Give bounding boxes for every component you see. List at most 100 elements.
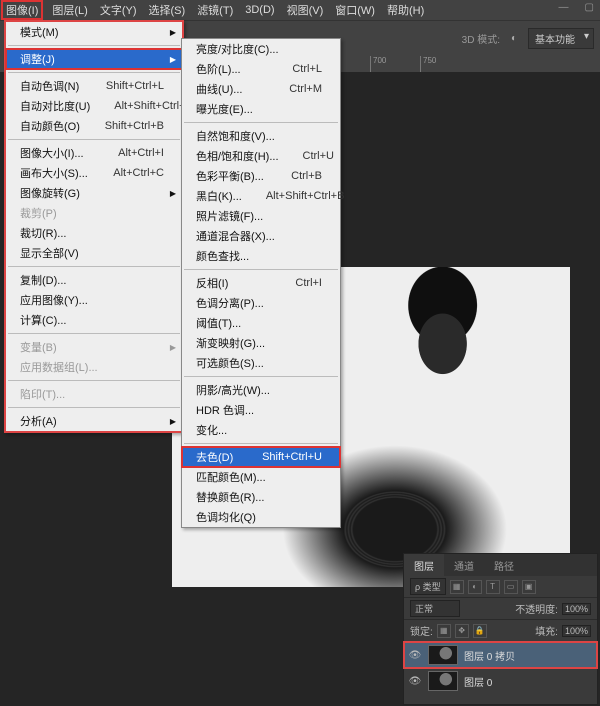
- adjust-menu-item[interactable]: 亮度/对比度(C)...: [182, 39, 340, 59]
- menu-shortcut: Shift+Ctrl+L: [82, 80, 164, 92]
- image-menu-item[interactable]: 分析(A): [6, 411, 182, 431]
- filter-smart-icon[interactable]: ▣: [522, 580, 536, 594]
- adjust-menu-item[interactable]: 色调分离(P)...: [182, 293, 340, 313]
- image-menu-item[interactable]: 显示全部(V): [6, 243, 182, 263]
- menu-item-label: 阈值(T)...: [196, 315, 241, 331]
- menu-window[interactable]: 窗口(W): [335, 2, 375, 18]
- image-menu-item[interactable]: 调整(J): [6, 49, 182, 69]
- adjust-menu-item[interactable]: 阴影/高光(W)...: [182, 380, 340, 400]
- adjust-menu-item[interactable]: 通道混合器(X)...: [182, 226, 340, 246]
- filter-adjust-icon[interactable]: ◐: [468, 580, 482, 594]
- adjust-menu-item[interactable]: 可选颜色(S)...: [182, 353, 340, 373]
- tab-paths[interactable]: 路径: [484, 554, 524, 576]
- menu-item-label: 计算(C)...: [20, 312, 66, 328]
- lock-all-icon[interactable]: 🔒: [473, 624, 487, 638]
- menu-item-label: 自动颜色(O): [20, 118, 80, 134]
- image-menu-item[interactable]: 裁切(R)...: [6, 223, 182, 243]
- menu-select[interactable]: 选择(S): [149, 2, 186, 18]
- menu-item-label: 替换颜色(R)...: [196, 489, 264, 505]
- menu-image[interactable]: 图像(I): [1, 0, 43, 20]
- adjust-menu-item[interactable]: 照片滤镜(F)...: [182, 206, 340, 226]
- adjust-menu-item[interactable]: 曝光度(E)...: [182, 99, 340, 119]
- lock-row: 锁定: ▦ ✥ 🔒 填充: 100%: [404, 620, 597, 642]
- adjust-menu-item[interactable]: HDR 色调...: [182, 400, 340, 420]
- tab-channels[interactable]: 通道: [444, 554, 484, 576]
- menu-item-label: 陷印(T)...: [20, 386, 65, 402]
- filter-type-icon[interactable]: T: [486, 580, 500, 594]
- layer-row[interactable]: 👁 图层 0 拷贝: [404, 642, 597, 668]
- menu-filter[interactable]: 滤镜(T): [197, 2, 233, 18]
- menu-item-label: 阴影/高光(W)...: [196, 382, 270, 398]
- filter-shape-icon[interactable]: ▭: [504, 580, 518, 594]
- menu-shortcut: Ctrl+U: [279, 150, 334, 162]
- tab-layers[interactable]: 图层: [404, 554, 444, 576]
- adjust-menu-item[interactable]: 匹配颜色(M)...: [182, 467, 340, 487]
- adjustments-submenu: 亮度/对比度(C)...色阶(L)...Ctrl+L曲线(U)...Ctrl+M…: [181, 38, 341, 528]
- blend-row: 正常 不透明度: 100%: [404, 598, 597, 620]
- adjust-menu-item[interactable]: 替换颜色(R)...: [182, 487, 340, 507]
- adjust-menu-item[interactable]: 黑白(K)...Alt+Shift+Ctrl+B: [182, 186, 340, 206]
- adjust-menu-item[interactable]: 去色(D) Shift+Ctrl+U: [182, 447, 340, 467]
- fill-value[interactable]: 100%: [562, 625, 591, 637]
- menu-shortcut: Shift+Ctrl+U: [238, 451, 322, 463]
- lock-pixels-icon[interactable]: ▦: [437, 624, 451, 638]
- menu-view[interactable]: 视图(V): [287, 2, 324, 18]
- adjust-menu-item[interactable]: 阈值(T)...: [182, 313, 340, 333]
- adjust-menu-item[interactable]: 色彩平衡(B)...Ctrl+B: [182, 166, 340, 186]
- menu-layer[interactable]: 图层(L): [52, 2, 87, 18]
- minimize-icon[interactable]: —: [559, 2, 569, 13]
- lock-position-icon[interactable]: ✥: [455, 624, 469, 638]
- image-menu-item[interactable]: 自动色调(N)Shift+Ctrl+L: [6, 76, 182, 96]
- menu-shortcut: Alt+Shift+Ctrl+L: [90, 100, 191, 112]
- image-menu-item[interactable]: 模式(M): [6, 22, 182, 42]
- image-menu-item[interactable]: 画布大小(S)...Alt+Ctrl+C: [6, 163, 182, 183]
- layer-list: 👁 图层 0 拷贝 👁 图层 0: [404, 642, 597, 694]
- adjust-menu-item[interactable]: 色调均化(Q): [182, 507, 340, 527]
- menu-item-label: 去色(D): [196, 449, 233, 465]
- image-menu-item[interactable]: 自动对比度(U)Alt+Shift+Ctrl+L: [6, 96, 182, 116]
- visibility-icon[interactable]: 👁: [408, 650, 422, 661]
- menu-item-label: 颜色查找...: [196, 248, 249, 264]
- image-menu-dropdown: 模式(M)调整(J)自动色调(N)Shift+Ctrl+L自动对比度(U)Alt…: [4, 20, 184, 433]
- orbit-icon[interactable]: ◐: [504, 29, 524, 49]
- adjust-menu-item[interactable]: 自然饱和度(V)...: [182, 126, 340, 146]
- menu-item-label: 曲线(U)...: [196, 81, 242, 97]
- layer-row[interactable]: 👁 图层 0: [404, 668, 597, 694]
- adjust-menu-item[interactable]: 变化...: [182, 420, 340, 440]
- image-menu-item[interactable]: 应用图像(Y)...: [6, 290, 182, 310]
- adjust-menu-item[interactable]: 反相(I)Ctrl+I: [182, 273, 340, 293]
- menu-item-label: 模式(M): [20, 24, 59, 40]
- layer-name: 图层 0 拷贝: [464, 648, 515, 663]
- opacity-value[interactable]: 100%: [562, 603, 591, 615]
- kind-filter-select[interactable]: ρ 类型: [410, 578, 446, 595]
- adjust-menu-item[interactable]: 颜色查找...: [182, 246, 340, 266]
- menu-item-label: 可选颜色(S)...: [196, 355, 264, 371]
- menu-item-label: 自动色调(N): [20, 78, 79, 94]
- menu-help[interactable]: 帮助(H): [387, 2, 424, 18]
- image-menu-item[interactable]: 自动颜色(O)Shift+Ctrl+B: [6, 116, 182, 136]
- ruler-tick: 700: [370, 56, 420, 72]
- menu-3d[interactable]: 3D(D): [245, 4, 274, 16]
- menu-item-label: 通道混合器(X)...: [196, 228, 275, 244]
- ruler-tick: 750: [420, 56, 470, 72]
- image-menu-item[interactable]: 图像大小(I)...Alt+Ctrl+I: [6, 143, 182, 163]
- blend-mode-select[interactable]: 正常: [410, 600, 460, 617]
- maximize-icon[interactable]: ▢: [585, 2, 594, 13]
- layer-thumbnail[interactable]: [428, 671, 458, 691]
- adjust-menu-item[interactable]: 曲线(U)...Ctrl+M: [182, 79, 340, 99]
- adjust-menu-item[interactable]: 色相/饱和度(H)...Ctrl+U: [182, 146, 340, 166]
- image-menu-item[interactable]: 复制(D)...: [6, 270, 182, 290]
- image-menu-item: 应用数据组(L)...: [6, 357, 182, 377]
- adjust-menu-item[interactable]: 渐变映射(G)...: [182, 333, 340, 353]
- image-menu-item: 裁剪(P): [6, 203, 182, 223]
- menu-type[interactable]: 文字(Y): [100, 2, 137, 18]
- filter-pixel-icon[interactable]: ▦: [450, 580, 464, 594]
- image-menu-item[interactable]: 计算(C)...: [6, 310, 182, 330]
- visibility-icon[interactable]: 👁: [408, 676, 422, 687]
- adjust-menu-item[interactable]: 色阶(L)...Ctrl+L: [182, 59, 340, 79]
- menu-item-label: 色阶(L)...: [196, 61, 241, 77]
- layer-thumbnail[interactable]: [428, 645, 458, 665]
- menu-item-label: 图像大小(I)...: [20, 145, 84, 161]
- image-menu-item[interactable]: 图像旋转(G): [6, 183, 182, 203]
- workspace-select[interactable]: 基本功能: [528, 28, 594, 49]
